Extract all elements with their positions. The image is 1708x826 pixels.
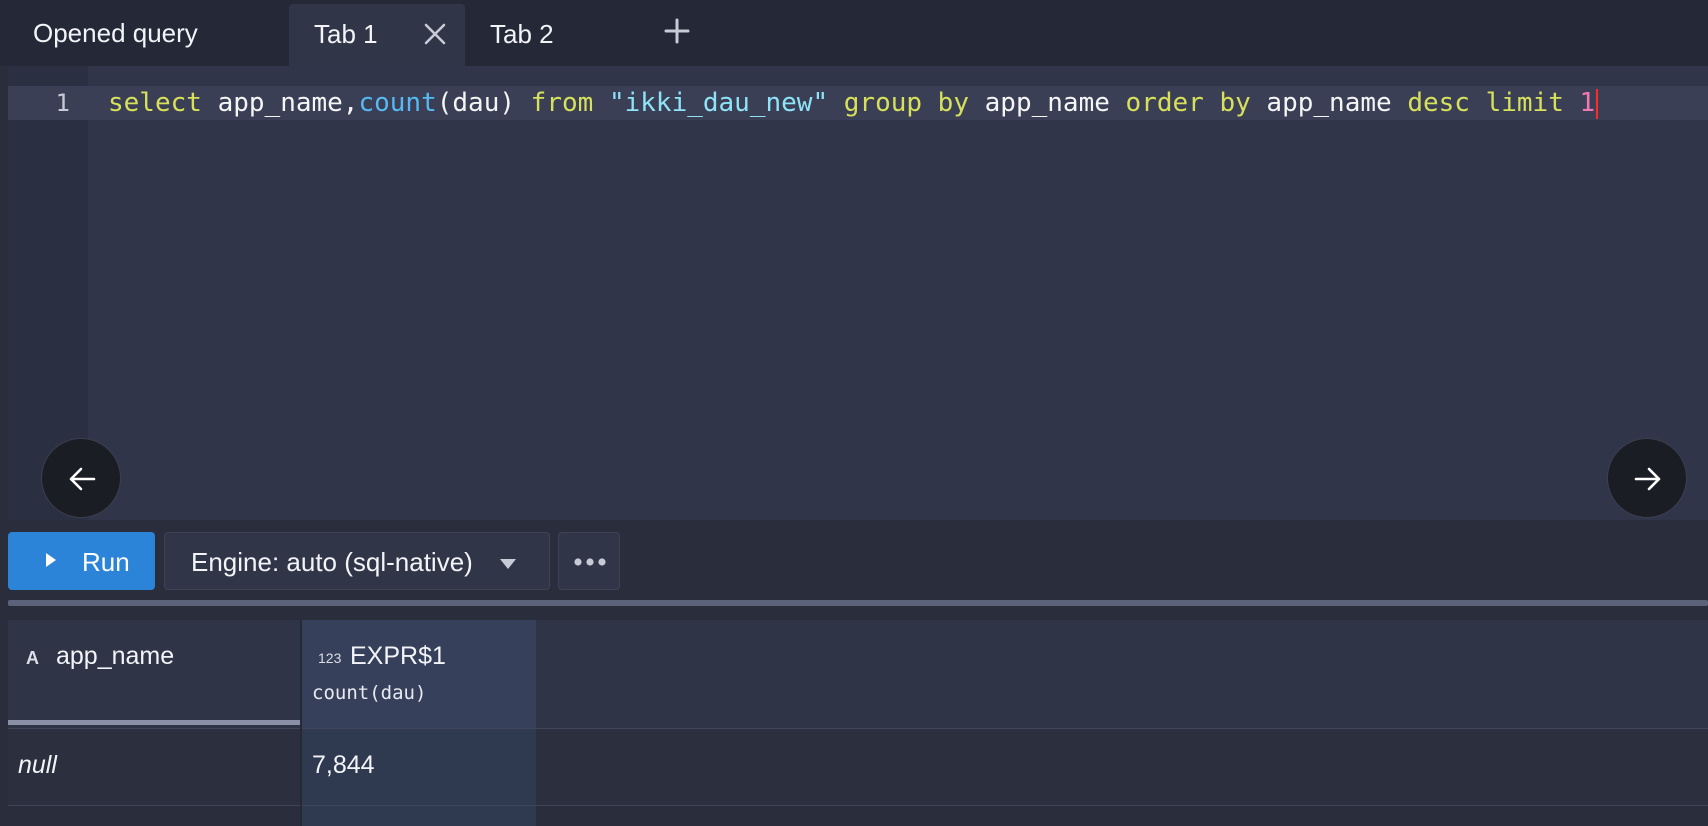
tab-2[interactable]: Tab 2 [465, 4, 615, 66]
query-toolbar: Run Engine: auto (sql-native) [0, 520, 1708, 600]
table-cell[interactable]: null [8, 729, 300, 805]
more-options-button[interactable] [558, 532, 620, 590]
table-row [302, 806, 536, 826]
previous-button[interactable] [41, 438, 121, 518]
tab-label: Tab 1 [314, 19, 378, 49]
code-token-str: "ikki_dau_new" [608, 88, 829, 118]
column-expression: count(dau) [312, 682, 427, 704]
code-token-id [593, 88, 609, 118]
sql-editor[interactable]: 1 select app_name,count(dau) from "ikki_… [8, 66, 1708, 520]
opened-query-label: Opened query [33, 18, 198, 48]
tab-bar: Opened query Tab 1 Tab 2 [0, 0, 1708, 66]
code-token-id: app_name [1250, 88, 1408, 118]
play-icon [44, 551, 58, 574]
engine-select[interactable]: Engine: auto (sql-native) [164, 532, 550, 590]
cell-value: 7,844 [312, 751, 375, 779]
engine-label: Engine: auto (sql-native) [191, 547, 473, 577]
resize-divider[interactable] [8, 600, 1708, 606]
code-token-kw: from [530, 88, 594, 118]
cell-value: null [18, 751, 57, 779]
code-token-id [828, 88, 844, 118]
tab-label: Tab 2 [490, 19, 554, 49]
column-separator[interactable] [300, 620, 302, 826]
code-token-kw: order by [1125, 88, 1251, 118]
table-cell[interactable]: 7,844 [302, 729, 536, 805]
code-token-id [1564, 88, 1580, 118]
code-token-kw: select [108, 88, 202, 118]
line-number: 1 [55, 89, 70, 117]
column-sort-indicator [8, 720, 300, 725]
results-table: A app_name 123 EXPR$1 count(dau) null 7,… [8, 620, 1708, 826]
text-type-icon: A [26, 648, 39, 668]
caret-down-icon [499, 557, 517, 575]
code-token-id: (dau) [436, 88, 531, 118]
column-name: EXPR$1 [350, 642, 446, 670]
code-token-kw: desc limit [1407, 88, 1564, 118]
run-button[interactable]: Run [8, 532, 155, 590]
code-line[interactable]: select app_name,count(dau) from "ikki_da… [108, 86, 1599, 120]
plus-icon[interactable] [662, 16, 692, 46]
text-cursor [1596, 88, 1599, 119]
next-button[interactable] [1607, 438, 1687, 518]
code-token-id: app_name [969, 88, 1126, 118]
tab-1[interactable]: Tab 1 [289, 4, 465, 66]
run-label: Run [82, 547, 130, 577]
column-name: app_name [56, 642, 175, 670]
close-icon[interactable] [421, 20, 449, 48]
code-token-id: app_name, [201, 88, 359, 118]
column-header-expr1[interactable]: 123 EXPR$1 count(dau) [302, 620, 536, 728]
number-type-icon: 123 [318, 650, 342, 666]
code-token-fn: count [358, 88, 437, 118]
table-row[interactable]: null 7,844 [8, 728, 1708, 806]
code-token-num: 1 [1579, 88, 1596, 118]
table-header: A app_name 123 EXPR$1 count(dau) [8, 620, 1708, 728]
column-header-app-name[interactable]: A app_name [8, 620, 300, 728]
code-token-kw: group by [843, 88, 969, 118]
